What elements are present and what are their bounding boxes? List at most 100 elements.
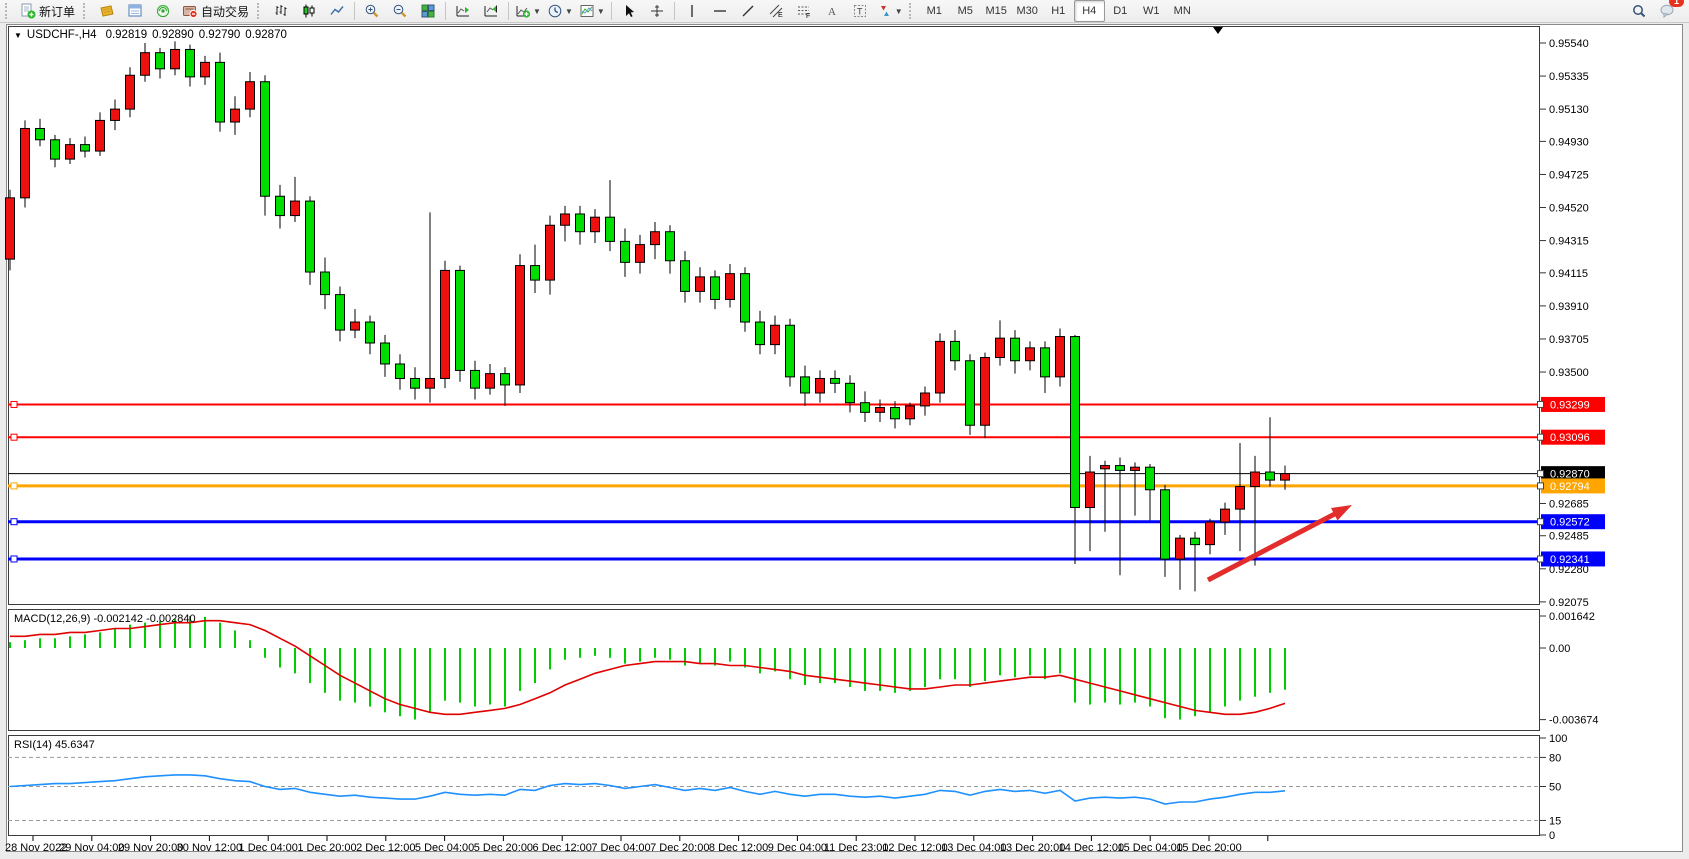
candle-body — [696, 277, 705, 292]
candle-body — [66, 145, 75, 160]
time-tick-label: 11 Dec 23:00 — [824, 842, 889, 854]
hline-handle[interactable] — [11, 519, 17, 525]
candle-body — [996, 338, 1005, 357]
chart-open-value: 0.92819 — [106, 29, 148, 41]
candle-body — [546, 225, 555, 280]
candle-body — [336, 295, 345, 330]
candle-body — [531, 266, 540, 281]
candle-body — [966, 361, 975, 426]
candle-body — [606, 217, 615, 241]
candle-body — [1071, 337, 1080, 508]
candle-body — [216, 62, 225, 122]
chart-high-value: 0.92890 — [152, 29, 194, 41]
rsi-tick-label: 100 — [1549, 733, 1567, 745]
price-badge-label: 0.93299 — [1550, 399, 1590, 411]
hline-handle[interactable] — [11, 556, 17, 562]
candle-body — [921, 393, 930, 406]
candle-body — [1266, 472, 1275, 480]
price-tick-label: 0.94115 — [1549, 268, 1588, 280]
candle-body — [1101, 466, 1110, 469]
price-tick-label: 0.94930 — [1549, 136, 1589, 148]
macd-tick-label: 0.00 — [1549, 643, 1570, 655]
candle-body — [891, 408, 900, 419]
candle-body — [6, 198, 15, 259]
time-tick-label: 7 Dec 20:00 — [650, 842, 709, 854]
candle-body — [726, 274, 735, 300]
candle-body — [1161, 490, 1170, 559]
pane-splitter-rsi[interactable] — [8, 731, 1540, 735]
candle-body — [876, 408, 885, 413]
candle-body — [261, 82, 270, 197]
pane-splitter-macd[interactable] — [8, 605, 1540, 609]
price-tick-label: 0.93705 — [1549, 334, 1589, 346]
macd-label: MACD(12,26,9) -0.002142 -0.002840 — [14, 613, 196, 625]
candle-body — [1281, 474, 1290, 480]
candle-body — [396, 364, 405, 379]
candle-body — [846, 383, 855, 402]
price-tick-label: 0.95130 — [1549, 104, 1589, 116]
candle-body — [741, 274, 750, 322]
chart-symbol-period: USDCHF-,H4 — [27, 29, 97, 41]
time-tick-label: 12 Dec 12:00 — [882, 842, 947, 854]
candle-body — [756, 322, 765, 345]
candle-body — [951, 341, 960, 360]
candle-body — [501, 374, 510, 385]
candle-body — [711, 277, 720, 300]
candle-body — [276, 196, 285, 215]
candle-body — [306, 201, 315, 272]
candle-body — [1221, 509, 1230, 522]
candle-body — [156, 53, 165, 69]
price-badge-label: 0.92341 — [1550, 554, 1590, 566]
chart-low-value: 0.92790 — [199, 29, 241, 41]
candle-body — [291, 201, 300, 216]
price-tick-label: 0.92685 — [1549, 498, 1589, 510]
candle-body — [981, 358, 990, 426]
macd-tick-label: -0.003674 — [1549, 715, 1599, 727]
time-tick-label: 2 Dec 12:00 — [356, 842, 415, 854]
candle-body — [36, 128, 45, 139]
time-tick-label: 7 Dec 04:00 — [591, 842, 650, 854]
time-tick-label: 28 Nov 2022 — [5, 842, 67, 854]
price-tick-label: 0.93500 — [1549, 367, 1589, 379]
candle-body — [321, 272, 330, 295]
price-badge-label: 0.92572 — [1550, 517, 1590, 529]
candle-body — [621, 241, 630, 262]
price-tick-label: 0.94725 — [1549, 169, 1589, 181]
price-tick-label: 0.92485 — [1549, 531, 1589, 543]
candle-body — [246, 82, 255, 109]
candle-body — [1176, 538, 1185, 559]
time-tick-label: 30 Nov 12:00 — [177, 842, 242, 854]
time-tick-label: 15 Dec 20:00 — [1176, 842, 1241, 854]
chart-menu-triangle-icon[interactable]: ▼ — [14, 31, 22, 40]
time-tick-label: 5 Dec 20:00 — [474, 842, 533, 854]
candle-body — [591, 217, 600, 232]
candle-body — [1146, 467, 1155, 490]
candle-body — [681, 261, 690, 292]
candle-body — [801, 377, 810, 393]
price-tick-label: 0.95335 — [1549, 71, 1589, 83]
time-tick-label: 5 Dec 04:00 — [415, 842, 474, 854]
candle-body — [1191, 538, 1200, 544]
candle-body — [186, 49, 195, 76]
candle-body — [861, 403, 870, 413]
rsi-label: RSI(14) 45.6347 — [14, 739, 95, 751]
price-badge-anchor — [1538, 401, 1544, 407]
rsi-tick-label: 0 — [1549, 830, 1555, 842]
price-badge-anchor — [1538, 434, 1544, 440]
price-badge-anchor — [1538, 556, 1544, 562]
hline-handle[interactable] — [11, 434, 17, 440]
price-badge-label: 0.92794 — [1550, 481, 1590, 493]
candle-body — [141, 53, 150, 76]
candle-body — [96, 120, 105, 151]
candle-body — [486, 374, 495, 389]
time-tick-label: 13 Dec 20:00 — [1000, 842, 1065, 854]
hline-handle[interactable] — [11, 483, 17, 489]
mt4-window: 新订单 自动交易 — [0, 0, 1689, 859]
candle-body — [21, 128, 30, 197]
time-tick-label: 14 Dec 12:00 — [1059, 842, 1124, 854]
candle-body — [456, 270, 465, 370]
chart-close-value: 0.92870 — [245, 29, 287, 41]
hline-handle[interactable] — [11, 401, 17, 407]
price-badge-label: 0.93096 — [1550, 432, 1590, 444]
price-tick-label: 0.94520 — [1549, 203, 1589, 215]
